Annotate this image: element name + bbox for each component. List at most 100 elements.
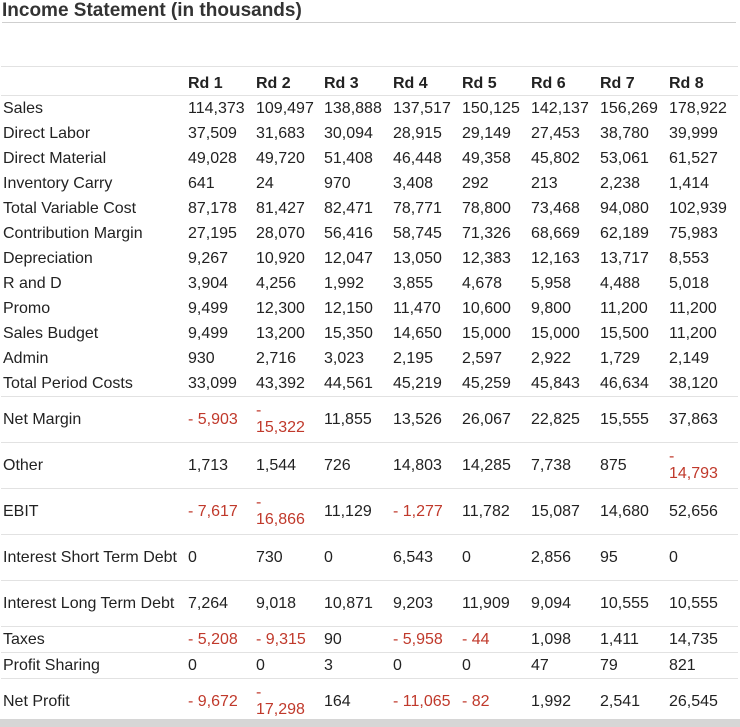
table-cell: 56,416 <box>324 225 373 242</box>
table-cell: 970 <box>324 175 351 192</box>
table-cell: 3,408 <box>393 175 434 192</box>
table-row: Other 1,713 1,544 726 14,803 14,285 7,738 875-1… <box>1 442 738 489</box>
table-cell: 71,326 <box>462 225 511 242</box>
table-cell: 3 <box>322 652 391 679</box>
row-label: Direct Labor <box>3 125 91 142</box>
scrollbar-track[interactable] <box>0 719 740 727</box>
table-cell: 10,555 <box>667 580 738 627</box>
table-cell: 11,129 <box>322 488 391 535</box>
table-cell: 73,468 <box>531 200 580 217</box>
table-cell: 726 <box>322 442 391 489</box>
table-cell: 78,771 <box>393 200 442 217</box>
table-row: Total Variable Cost 87,178 81,427 82,471 78,… <box>1 196 738 221</box>
table-cell: 14,680 <box>598 488 667 535</box>
table-cell: -17,298 <box>254 678 322 725</box>
column-header: Rd 5 <box>460 66 529 96</box>
table-cell: 3,023 <box>324 350 365 367</box>
table-cell: 9,267 <box>188 250 229 267</box>
table-cell: 137,517 <box>393 100 451 117</box>
table-cell: 6,543 <box>391 534 460 581</box>
table-cell: 9,499 <box>188 325 229 342</box>
table-cell: 7,264 <box>186 580 254 627</box>
row-label: Admin <box>3 350 49 367</box>
table-cell: 49,028 <box>188 150 237 167</box>
table-cell: - 7,617 <box>186 488 254 535</box>
table-cell: 2,716 <box>256 350 297 367</box>
table-cell: 9,499 <box>188 300 229 317</box>
table-row: Depreciation 9,267 10,920 12,047 13,050 12,38… <box>1 246 738 271</box>
table-cell: 13,200 <box>256 325 305 342</box>
table-cell: 109,497 <box>256 100 314 117</box>
table-cell: 75,983 <box>669 225 718 242</box>
table-cell: 102,939 <box>669 200 727 217</box>
table-cell: - 5,208 <box>186 626 254 653</box>
table-cell: 68,669 <box>531 225 580 242</box>
table-cell: 0 <box>460 534 529 581</box>
table-cell: 28,070 <box>256 225 305 242</box>
column-header: Rd 4 <box>391 66 460 96</box>
table-cell: 1,713 <box>186 442 254 489</box>
table-cell: 12,163 <box>531 250 580 267</box>
table-cell: 292 <box>462 175 489 192</box>
table-cell: 641 <box>188 175 215 192</box>
table-cell: -16,866 <box>254 488 322 535</box>
table-cell: 4,678 <box>462 275 503 292</box>
row-label: Total Period Costs <box>1 371 186 397</box>
table-cell: 15,000 <box>531 325 580 342</box>
table-cell: 49,358 <box>462 150 511 167</box>
table-cell: 14,735 <box>667 626 738 653</box>
column-header: Rd 1 <box>186 66 254 96</box>
table-cell: 81,427 <box>256 200 305 217</box>
table-cell: 2,856 <box>529 534 598 581</box>
table-cell: 45,259 <box>460 371 529 397</box>
table-cell: 0 <box>186 534 254 581</box>
table-cell: 53,061 <box>600 150 649 167</box>
table-cell: 46,448 <box>393 150 442 167</box>
table-cell: - 9,315 <box>254 626 322 653</box>
table-cell: 43,392 <box>254 371 322 397</box>
table-cell: 875 <box>598 442 667 489</box>
table-cell: - 44 <box>460 626 529 653</box>
table-body: Sales 114,373 109,497 138,888 137,517 150,125… <box>1 96 738 725</box>
table-cell: 930 <box>188 350 215 367</box>
table-cell: 39,999 <box>669 125 718 142</box>
table-cell: 5,958 <box>531 275 572 292</box>
table-cell: 44,561 <box>322 371 391 397</box>
table-cell: 62,189 <box>600 225 649 242</box>
table-cell: 38,120 <box>667 371 738 397</box>
table-cell: 213 <box>531 175 558 192</box>
table-cell: 0 <box>391 652 460 679</box>
table-cell: 11,470 <box>393 300 441 317</box>
row-label: Interest Short Term Debt <box>1 534 186 581</box>
table-cell: 37,509 <box>188 125 237 142</box>
table-cell: 1,729 <box>600 350 641 367</box>
table-cell: 150,125 <box>462 100 520 117</box>
column-header: Rd 7 <box>598 66 667 96</box>
table-cell: 46,634 <box>598 371 667 397</box>
table-cell: 15,500 <box>600 325 649 342</box>
table-cell: 26,067 <box>460 396 529 443</box>
table-cell: 82,471 <box>324 200 373 217</box>
table-cell: - 82 <box>460 678 529 725</box>
table-cell: 2,238 <box>600 175 641 192</box>
table-cell: 1,411 <box>598 626 667 653</box>
table-row: Contribution Margin 27,195 28,070 56,416 58,… <box>1 221 738 246</box>
row-label: Taxes <box>1 626 186 653</box>
table-row: Direct Material 49,028 49,720 51,408 46,448 4… <box>1 146 738 171</box>
table-row: Interest Short Term Debt 0 730 0 6,543 0 2,856… <box>1 534 738 581</box>
row-label: Total Variable Cost <box>3 200 137 217</box>
row-label: EBIT <box>1 488 186 535</box>
table-cell: 90 <box>322 626 391 653</box>
table-cell: 3,855 <box>393 275 434 292</box>
table-cell: 47 <box>529 652 598 679</box>
table-cell: 79 <box>598 652 667 679</box>
table-cell: 13,050 <box>393 250 442 267</box>
table-cell: - 1,277 <box>391 488 460 535</box>
table-cell: 14,285 <box>460 442 529 489</box>
table-cell: 11,200 <box>669 300 717 317</box>
table-cell: 11,200 <box>669 325 717 342</box>
table-cell: 87,178 <box>188 200 237 217</box>
table-cell: 142,137 <box>531 100 589 117</box>
header-row: Rd 1 Rd 2 Rd 3 Rd 4 Rd 5 Rd 6 Rd 7 Rd 8 <box>1 66 738 96</box>
table-cell: 51,408 <box>324 150 373 167</box>
